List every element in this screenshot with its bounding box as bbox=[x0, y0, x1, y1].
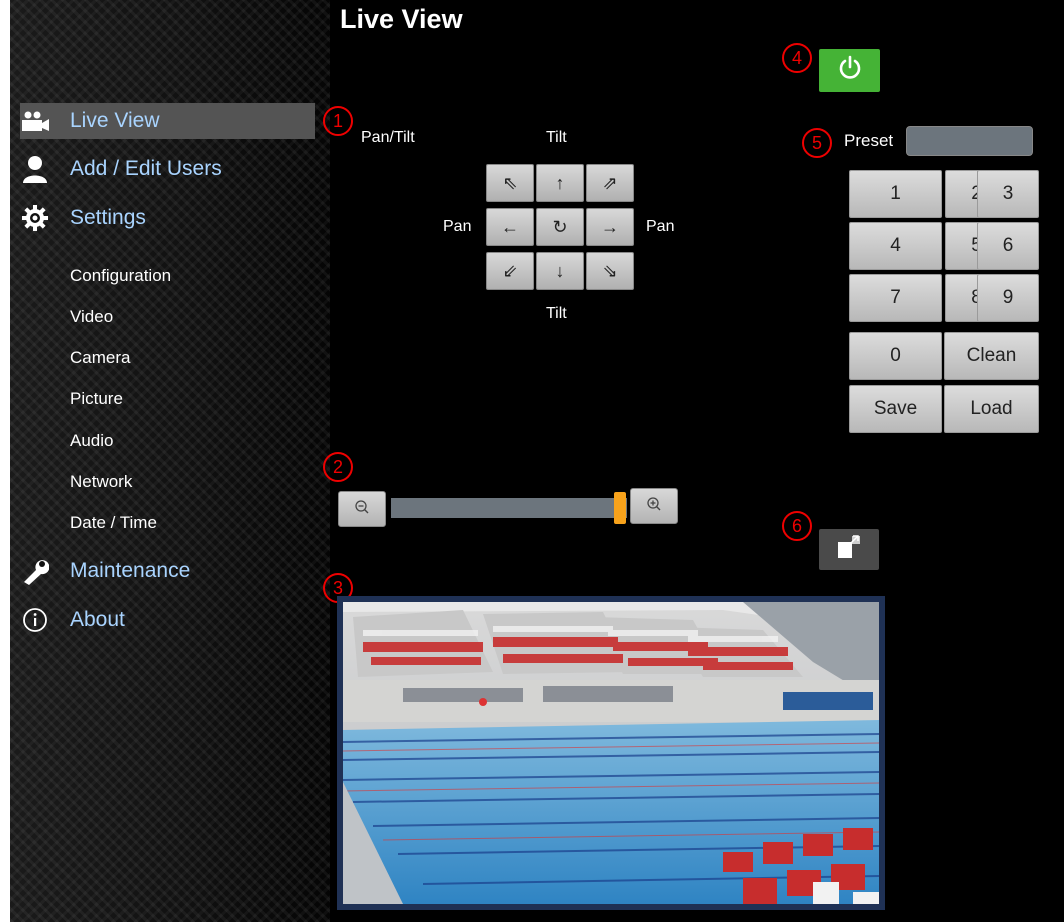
expand-icon bbox=[834, 532, 864, 567]
fullscreen-button[interactable] bbox=[819, 529, 879, 570]
annotation-badge-2: 2 bbox=[323, 452, 353, 482]
arrow-down-right-icon: ⇘ bbox=[602, 260, 618, 281]
sidebar-item-label: Live View bbox=[70, 109, 160, 132]
annotation-badge-4: 4 bbox=[782, 43, 812, 73]
app-window: Live View Add / Edit Users Settings Conf… bbox=[10, 0, 1064, 922]
zoom-slider-handle[interactable] bbox=[613, 492, 626, 524]
wrench-icon bbox=[20, 556, 50, 586]
sidebar-item-live-view[interactable]: Live View bbox=[20, 103, 315, 139]
preset-save-button[interactable]: Save bbox=[849, 385, 942, 433]
pan-label-left: Pan bbox=[443, 218, 472, 235]
ptz-right-button[interactable]: → bbox=[586, 208, 634, 246]
sidebar-item-add-edit-users[interactable]: Add / Edit Users bbox=[20, 151, 222, 187]
video-camera-icon bbox=[20, 106, 50, 136]
preset-key-0[interactable]: 0 bbox=[849, 332, 942, 380]
sidebar: Live View Add / Edit Users Settings Conf… bbox=[10, 0, 330, 922]
sidebar-item-label: Add / Edit Users bbox=[70, 157, 222, 180]
ptz-down-right-button[interactable]: ⇘ bbox=[586, 252, 634, 290]
ptz-up-button[interactable]: ↑ bbox=[536, 164, 584, 202]
preset-label: Preset bbox=[844, 131, 894, 150]
pan-label-right: Pan bbox=[646, 218, 675, 235]
preset-key-4[interactable]: 4 bbox=[849, 222, 942, 270]
preset-key-3[interactable]: 3 bbox=[977, 170, 1039, 218]
live-video-stream[interactable] bbox=[337, 596, 885, 910]
ptz-up-left-button[interactable]: ⇖ bbox=[486, 164, 534, 202]
sidebar-item-label: About bbox=[70, 608, 125, 631]
tilt-label-top: Tilt bbox=[546, 129, 567, 146]
ptz-down-left-button[interactable]: ⇙ bbox=[486, 252, 534, 290]
arrow-left-icon: ← bbox=[501, 216, 519, 237]
settings-sub-configuration[interactable]: Configuration bbox=[70, 266, 171, 286]
arrow-up-icon: ↑ bbox=[555, 172, 565, 193]
arrow-right-icon: → bbox=[601, 216, 619, 237]
user-icon bbox=[20, 154, 50, 184]
pool-camera-image bbox=[343, 602, 879, 904]
settings-sub-network[interactable]: Network bbox=[70, 472, 132, 492]
sidebar-item-maintenance[interactable]: Maintenance bbox=[20, 553, 190, 589]
ptz-up-right-button[interactable]: ⇗ bbox=[586, 164, 634, 202]
tilt-label-bottom: Tilt bbox=[546, 305, 567, 322]
sidebar-item-label: Settings bbox=[70, 206, 146, 229]
arrow-up-right-icon: ⇗ bbox=[602, 172, 618, 193]
arrow-up-left-icon: ⇖ bbox=[502, 172, 518, 193]
settings-sub-date-time[interactable]: Date / Time bbox=[70, 513, 157, 533]
zoom-out-icon bbox=[354, 499, 370, 520]
preset-key-6[interactable]: 6 bbox=[977, 222, 1039, 270]
ptz-down-button[interactable]: ↓ bbox=[536, 252, 584, 290]
preset-key-7[interactable]: 7 bbox=[849, 274, 942, 322]
ptz-left-button[interactable]: ← bbox=[486, 208, 534, 246]
ptz-home-button[interactable]: ↻ bbox=[536, 208, 584, 246]
preset-input[interactable] bbox=[906, 126, 1033, 156]
annotation-badge-6: 6 bbox=[782, 511, 812, 541]
zoom-slider-track[interactable] bbox=[391, 498, 627, 518]
annotation-badge-5: 5 bbox=[802, 128, 832, 158]
power-icon bbox=[837, 55, 863, 86]
gear-icon bbox=[20, 203, 50, 233]
zoom-in-button[interactable] bbox=[630, 488, 678, 524]
page-title: Live View bbox=[340, 4, 463, 34]
sidebar-item-about[interactable]: About bbox=[20, 602, 125, 638]
preset-clean-button[interactable]: Clean bbox=[944, 332, 1039, 380]
annotation-badge-1: 1 bbox=[323, 106, 353, 136]
preset-key-9[interactable]: 9 bbox=[977, 274, 1039, 322]
info-icon bbox=[20, 605, 50, 635]
pan-tilt-label: Pan/Tilt bbox=[361, 129, 415, 146]
refresh-icon: ↻ bbox=[552, 216, 568, 237]
preset-key-1[interactable]: 1 bbox=[849, 170, 942, 218]
arrow-down-icon: ↓ bbox=[555, 260, 565, 281]
settings-sub-picture[interactable]: Picture bbox=[70, 389, 123, 409]
settings-sub-audio[interactable]: Audio bbox=[70, 431, 113, 451]
zoom-out-button[interactable] bbox=[338, 491, 386, 527]
zoom-in-icon bbox=[646, 496, 662, 517]
preset-load-button[interactable]: Load bbox=[944, 385, 1039, 433]
arrow-down-left-icon: ⇙ bbox=[502, 260, 518, 281]
settings-sub-video[interactable]: Video bbox=[70, 307, 113, 327]
sidebar-item-label: Maintenance bbox=[70, 559, 191, 582]
power-button[interactable] bbox=[819, 49, 880, 92]
settings-sub-camera[interactable]: Camera bbox=[70, 348, 130, 368]
sidebar-item-settings[interactable]: Settings bbox=[20, 200, 146, 236]
